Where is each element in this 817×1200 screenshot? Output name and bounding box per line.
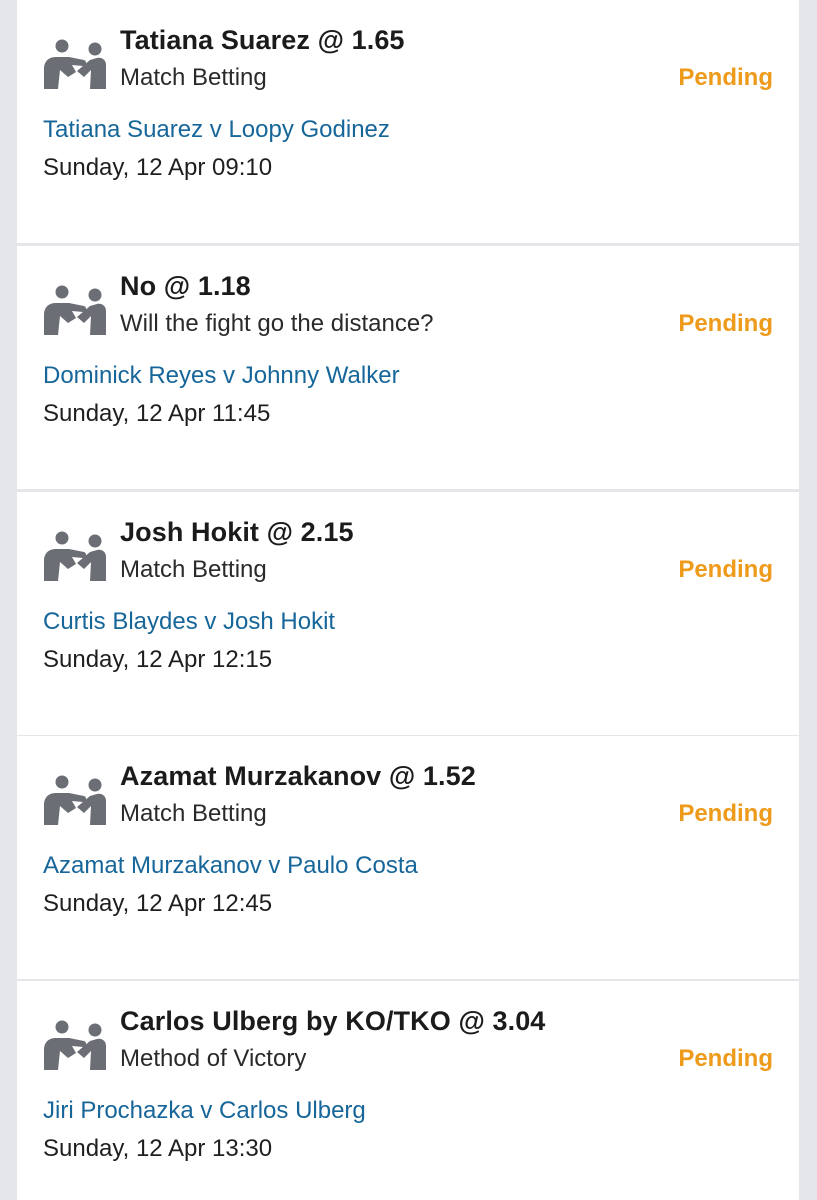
bet-selection: Tatiana Suarez @ 1.65 [120,25,405,55]
fighters-icon [42,37,106,89]
bet-market: Will the fight go the distance? [120,310,434,337]
bet-card[interactable]: Carlos Ulberg by KO/TKO @ 3.04 Method of… [17,981,799,1200]
bet-card[interactable]: Josh Hokit @ 2.15 Match Betting Pending … [17,492,799,735]
status-badge: Pending [678,556,773,583]
bet-market: Match Betting [120,64,267,91]
status-badge: Pending [678,64,773,91]
event-link[interactable]: Dominick Reyes v Johnny Walker [43,362,400,390]
bet-card[interactable]: Tatiana Suarez @ 1.65 Match Betting Pend… [17,0,799,243]
bet-list: Tatiana Suarez @ 1.65 Match Betting Pend… [0,0,817,1200]
status-badge: Pending [678,310,773,337]
status-badge: Pending [678,800,773,827]
bet-selection: No @ 1.18 [120,271,251,301]
fighters-icon [42,773,106,825]
event-link[interactable]: Tatiana Suarez v Loopy Godinez [43,116,390,144]
bet-card[interactable]: No @ 1.18 Will the fight go the distance… [17,246,799,489]
status-badge: Pending [678,1045,773,1072]
event-link[interactable]: Jiri Prochazka v Carlos Ulberg [43,1097,366,1125]
fighters-icon [42,283,106,335]
bet-market: Match Betting [120,556,267,583]
event-link[interactable]: Curtis Blaydes v Josh Hokit [43,608,335,636]
event-datetime: Sunday, 12 Apr 13:30 [43,1135,273,1162]
bet-market: Method of Victory [120,1045,307,1072]
fighters-icon [42,1018,106,1070]
bet-card[interactable]: Azamat Murzakanov @ 1.52 Match Betting P… [17,736,799,979]
event-link[interactable]: Azamat Murzakanov v Paulo Costa [43,852,418,880]
fighters-icon [42,529,106,581]
bet-selection: Azamat Murzakanov @ 1.52 [120,761,476,791]
event-datetime: Sunday, 12 Apr 11:45 [43,400,271,427]
bet-market: Match Betting [120,800,267,827]
bet-selection: Carlos Ulberg by KO/TKO @ 3.04 [120,1006,546,1036]
event-datetime: Sunday, 12 Apr 12:15 [43,646,273,673]
bet-selection: Josh Hokit @ 2.15 [120,517,354,547]
event-datetime: Sunday, 12 Apr 09:10 [43,154,273,181]
event-datetime: Sunday, 12 Apr 12:45 [43,890,273,917]
